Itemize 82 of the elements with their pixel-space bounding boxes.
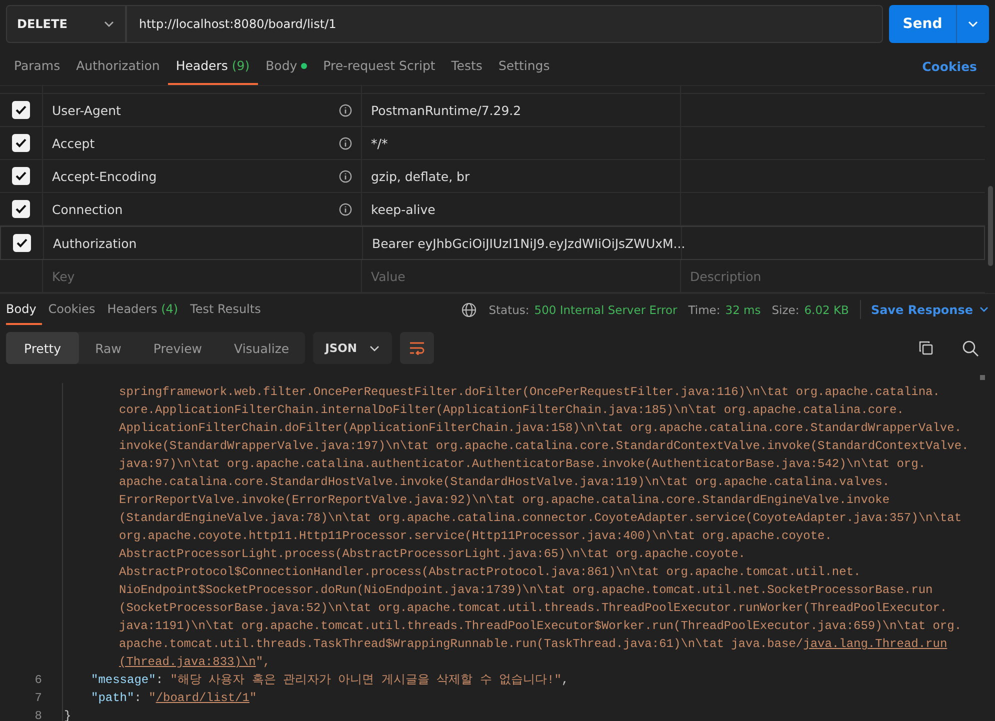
code-text: (SocketProcessorBase.java:52)\n\tat org.apache.tomcat.util.threads.ThreadPoolExecutor.runWorker(ThreadPoolExecutor.: [119, 600, 948, 617]
header-value: keep-alive: [371, 202, 436, 216]
code-text: ApplicationFilterChain.doFilter(ApplicationFilterChain.java:158)\n\tat org.apache.catalina.core.StandardWrapperValve.: [119, 420, 962, 437]
copy-icon[interactable]: [918, 340, 934, 356]
header-key: Connection: [52, 202, 123, 216]
globe-icon[interactable]: [460, 302, 477, 318]
save-response-button[interactable]: Save Response: [870, 302, 989, 316]
description-field[interactable]: Description: [690, 268, 976, 284]
line-number: 8: [34, 709, 42, 721]
time-label: Time:: [688, 302, 720, 316]
value-field[interactable]: Value: [371, 268, 671, 284]
scrollbar[interactable]: [980, 375, 985, 380]
code-text: "message": "해당 사용자 혹은 관리자가 아니면 게시글을 삭제할 수 없습니다!",: [91, 672, 569, 689]
checkbox[interactable]: [13, 234, 31, 252]
response-tab[interactable]: Headers (4): [101, 294, 184, 325]
request-tab[interactable]: Tests: [443, 48, 490, 85]
wrap-lines-icon: [408, 341, 426, 355]
chevron-down-icon: [103, 20, 115, 28]
time-value: 32 ms: [725, 302, 761, 316]
code-text: AbstractProtocol$ConnectionHandler.process(AbstractProtocol.java:861)\n\tat org.apache.tomcat.util.net.: [119, 564, 861, 581]
header-value: PostmanRuntime/7.29.2: [371, 102, 522, 118]
url-field[interactable]: http://localhost:8080/board/list/1: [126, 5, 883, 43]
request-tab[interactable]: Authorization: [68, 48, 168, 85]
header-key: Accept: [52, 136, 95, 150]
search-icon[interactable]: [962, 340, 979, 356]
checkmark-icon: [16, 238, 28, 248]
method-dropdown[interactable]: DELETE: [6, 5, 126, 43]
response-tab[interactable]: Test Results: [184, 294, 267, 325]
line-number: 7: [34, 691, 42, 705]
checkbox[interactable]: [12, 134, 30, 152]
chevron-down-icon: [967, 20, 979, 28]
view-mode-tab[interactable]: Raw: [79, 332, 138, 364]
code-text: java:1191)\n\tat org.apache.tomcat.util.threads.ThreadPoolExecutor$Worker.run(ThreadPoolExecutor.java:659)\n\tat org.: [119, 618, 962, 635]
code-text: AbstractProcessorLight.process(AbstractProcessorLight.java:65)\n\tat org.apache.coyote.: [119, 546, 746, 563]
cookies-link[interactable]: Cookies: [922, 59, 989, 74]
code-text: ErrorReportValve.invoke(ErrorReportValve.java:92)\n\tat org.apache.catalina.core.StandardEngineValve.invoke: [119, 492, 890, 509]
header-value: gzip, deflate, br: [371, 168, 470, 184]
checkbox[interactable]: [12, 101, 30, 119]
wrap-lines-button[interactable]: [400, 332, 434, 364]
line-number: 6: [34, 673, 42, 687]
chevron-down-icon: [369, 344, 380, 352]
checkmark-icon: [15, 105, 27, 115]
format-dropdown[interactable]: JSON: [313, 332, 392, 364]
code-text: apache.catalina.core.StandardHostValve.invoke(StandardHostValve.java:119)\n\tat org.apache.catalina.valves.: [119, 474, 890, 491]
code-text: (Thread.java:833)\n",: [119, 654, 270, 671]
header-value: */*: [371, 136, 388, 150]
code-text: NioEndpoint$SocketProcessor.doRun(NioEndpoint.java:1739)\n\tat org.apache.tomcat.util.net.SocketProcessorBase.run: [119, 582, 933, 599]
view-mode-tab[interactable]: Pretty: [6, 332, 80, 364]
view-mode-tab[interactable]: Preview: [137, 332, 218, 364]
send-button[interactable]: Send: [889, 5, 989, 43]
checkbox[interactable]: [12, 200, 30, 218]
size-label: Size:: [772, 302, 800, 316]
code-text: java:97)\n\tat org.apache.catalina.authenticator.AuthenticatorBase.invoke(AuthenticatorBase.java:542)\n\tat org.: [119, 456, 926, 473]
request-tab[interactable]: Headers (9): [168, 48, 258, 85]
checkbox[interactable]: [12, 167, 30, 185]
status-label: Status:: [488, 302, 530, 316]
request-tab[interactable]: Params: [6, 48, 68, 85]
code-text: core.ApplicationFilterChain.internalDoFilter(ApplicationFilterChain.java:185)\n\tat org.apache.catalina.core.: [119, 402, 904, 419]
checkmark-icon: [15, 138, 27, 148]
code-text: apache.tomcat.util.threads.TaskThread$WrappingRunnable.run(TaskThread.java:61)\n\tat java.base/java.lang.Thread.run: [119, 636, 948, 653]
header-value: Bearer eyJhbGciOiJIUzI1NiJ9.eyJzdWIiOiJsZWUxM...: [372, 236, 686, 250]
scrollbar[interactable]: [988, 186, 993, 266]
key-field[interactable]: Key: [52, 268, 352, 284]
request-tab[interactable]: Settings: [490, 48, 558, 85]
response-tab[interactable]: Cookies: [42, 294, 102, 325]
checkmark-icon: [15, 204, 27, 214]
size-value: 6.02 KB: [804, 302, 849, 316]
status-value: 500 Internal Server Error: [534, 302, 678, 316]
chevron-down-icon: [979, 306, 989, 313]
header-key: User-Agent: [52, 102, 121, 118]
header-key: Accept-Encoding: [52, 168, 157, 184]
header-key: Authorization: [53, 236, 137, 250]
code-text: invoke(StandardWrapperValve.java:197)\n\tat org.apache.catalina.core.StandardContextValve.invoke(StandardContextValve.: [119, 438, 969, 455]
request-tab[interactable]: Pre-request Script: [315, 48, 444, 85]
request-tab[interactable]: Body: [258, 48, 316, 85]
checkmark-icon: [15, 171, 27, 181]
response-tab[interactable]: Body: [6, 294, 42, 325]
code-text: org.apache.coyote.http11.Http11Processor.service(Http11Processor.java:400)\n\tat org.apache.coyote.: [119, 528, 832, 545]
view-mode-tab[interactable]: Visualize: [218, 332, 306, 364]
code-text: (StandardEngineValve.java:78)\n\tat org.apache.catalina.connector.CoyoteAdapter.service(CoyoteAdapter.java:357)\n\tat: [119, 510, 962, 527]
code-text: "path": "/board/list/1": [91, 690, 257, 707]
code-text: springframework.web.filter.OncePerRequestFilter.doFilter(OncePerRequestFilter.java:116)\n\tat org.apache.catalina.: [119, 384, 940, 401]
